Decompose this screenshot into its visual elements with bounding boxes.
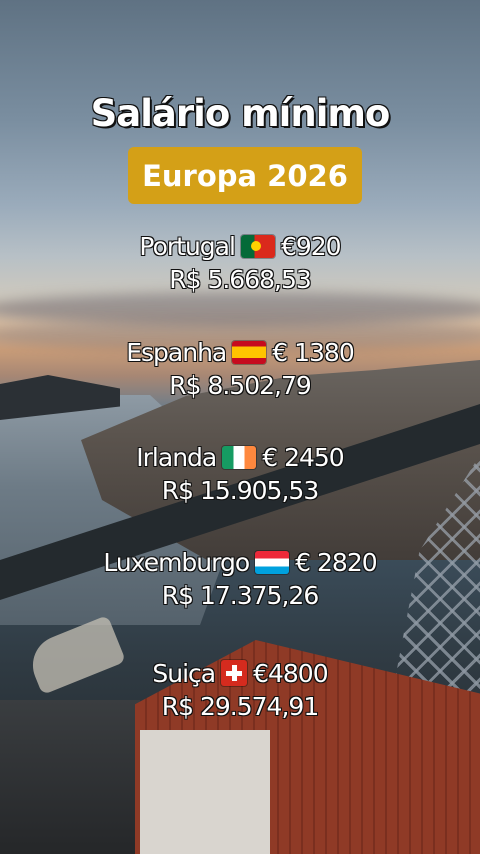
luxembourg-flag-icon	[255, 551, 290, 574]
brl-amount: R$ 8.502,79	[169, 371, 313, 401]
portugal-flag-icon	[240, 235, 275, 258]
euro-amount: € 2450	[262, 443, 345, 473]
country-name: Irlanda	[136, 443, 218, 473]
country-entry-ireland: Irlanda € 2450 R$ 15.905,53	[0, 441, 480, 507]
country-name: Portugal	[139, 232, 237, 262]
country-entry-switzerland: Suiça €4800 R$ 29.574,91	[0, 657, 480, 723]
badge-label: Europa 2026	[142, 158, 348, 193]
page-title: Salário mínimo	[90, 91, 391, 136]
country-entry-spain: Espanha € 1380 R$ 8.502,79	[0, 336, 480, 402]
country-entry-portugal: Portugal €920 R$ 5.668,53	[0, 230, 480, 296]
spain-flag-icon	[232, 341, 267, 364]
background-photo: Salário mínimo Europa 2026 Portugal €920 …	[0, 0, 480, 854]
euro-amount: € 2820	[295, 548, 378, 578]
brl-amount: R$ 5.668,53	[169, 265, 313, 295]
euro-amount: € 1380	[272, 338, 355, 368]
ireland-flag-icon	[222, 446, 257, 469]
country-line: Luxemburgo € 2820	[0, 546, 480, 579]
building-wall	[140, 730, 270, 854]
country-line: Irlanda € 2450	[0, 441, 480, 474]
ground-area	[0, 700, 140, 854]
euro-amount: €4800	[253, 659, 330, 689]
country-name: Espanha	[126, 338, 228, 368]
country-name: Luxemburgo	[103, 548, 251, 578]
country-entry-luxembourg: Luxemburgo € 2820 R$ 17.375,26	[0, 546, 480, 612]
country-line: Portugal €920	[0, 230, 480, 263]
euro-amount: €920	[280, 232, 342, 262]
brl-amount: R$ 29.574,91	[161, 692, 319, 722]
brl-amount: R$ 17.375,26	[161, 581, 319, 611]
switzerland-flag-icon	[221, 660, 248, 686]
brl-amount: R$ 15.905,53	[161, 476, 319, 506]
year-badge: Europa 2026	[128, 147, 362, 204]
country-line: Espanha € 1380	[0, 336, 480, 369]
country-line: Suiça €4800	[0, 657, 480, 690]
country-name: Suiça	[152, 659, 217, 689]
